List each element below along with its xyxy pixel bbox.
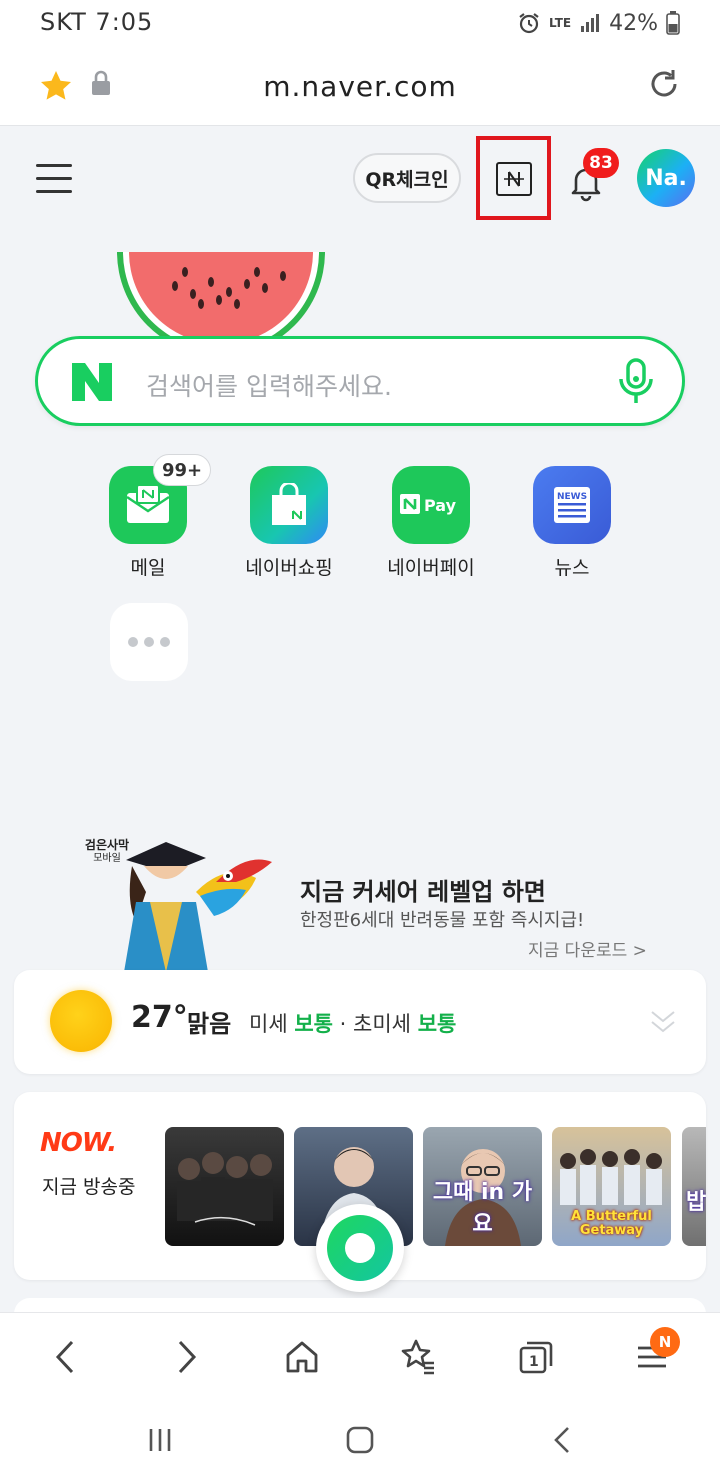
weather-condition: 맑음: [187, 1010, 232, 1038]
shortcut-label: 네이버쇼핑: [245, 557, 333, 579]
qr-checkin-button[interactable]: QR체크인: [353, 153, 461, 203]
shopping-bag-icon: [272, 483, 306, 525]
more-dot-icon: [144, 637, 154, 647]
news-icon: NEWS: [554, 487, 590, 523]
shortcut-label: 네이버페이: [387, 557, 475, 579]
more-dot-icon: [128, 637, 138, 647]
forward-button[interactable]: [166, 1337, 206, 1377]
naver-logo-icon: [72, 363, 112, 401]
network-type: LTE: [549, 16, 572, 30]
clock: 7:05: [95, 8, 154, 36]
shortcut-mail[interactable]: 99+ 메일: [88, 454, 212, 580]
status-icons: LTE 42%: [517, 8, 680, 38]
tabs-button[interactable]: 1: [516, 1337, 556, 1377]
naver-top-nav: QR체크인 83 Na.: [0, 126, 720, 236]
ultra-fine-dust-value: 보통: [417, 1012, 457, 1036]
carrier: SKT: [40, 8, 87, 36]
naver-n-button[interactable]: [496, 162, 532, 196]
user-avatar[interactable]: Na.: [637, 149, 695, 207]
status-bar: SKT 7:05 LTE 42%: [0, 0, 720, 50]
hamburger-menu-button[interactable]: [36, 162, 76, 196]
mail-icon: [126, 485, 170, 523]
browser-toolbar: 1 N: [0, 1312, 720, 1400]
naver-n-icon: [504, 171, 524, 187]
shortcut-label: 뉴스: [554, 557, 590, 579]
game-title-text: 검은사막: [84, 838, 130, 852]
shortcut-pay[interactable]: Pay 네이버페이: [371, 466, 491, 580]
game-title: 검은사막 모바일: [82, 838, 132, 866]
reload-icon[interactable]: [646, 66, 682, 102]
thumb-caption: 밥: [686, 1190, 706, 1215]
air-quality: 미세 보통 · 초미세 보통: [249, 1008, 456, 1038]
ad-headline: 지금 커세어 레벨업 하면: [300, 878, 546, 906]
shopping-tile[interactable]: [250, 466, 328, 544]
shortcut-shopping[interactable]: 네이버쇼핑: [229, 466, 349, 580]
ad-subtext: 한정판6세대 반려동물 포함 즉시지급!: [300, 910, 585, 931]
tabs-icon: 1: [519, 1341, 553, 1374]
url-text[interactable]: m.naver.com: [0, 70, 720, 103]
svg-text:Pay: Pay: [424, 496, 457, 515]
watermelon-doodle-image[interactable]: [115, 252, 327, 336]
svg-text:1: 1: [529, 1354, 539, 1370]
now-live-label: 지금 방송중: [42, 1176, 136, 1198]
menu-new-badge: N: [650, 1327, 680, 1357]
chevron-right-icon: [178, 1340, 197, 1374]
shortcut-label: 메일: [130, 557, 166, 579]
dust-separator: ·: [339, 1012, 347, 1036]
back-button[interactable]: [46, 1337, 86, 1377]
notification-count-badge: 83: [583, 148, 619, 178]
news-tile[interactable]: NEWS: [533, 466, 611, 544]
system-back-button[interactable]: [542, 1422, 582, 1458]
now-thumb-partial[interactable]: 밥: [682, 1127, 706, 1246]
back-chevron-icon: [554, 1427, 569, 1453]
npay-icon: Pay: [400, 494, 457, 515]
now-thumb-bts[interactable]: A Butterful Getaway: [552, 1127, 671, 1246]
game-subtitle-text: 모바일: [93, 853, 121, 864]
green-dot-icon: [327, 1215, 393, 1281]
now-thumb-group[interactable]: [165, 1127, 284, 1246]
home-square-icon: [346, 1426, 374, 1454]
browser-address-bar: m.naver.com: [0, 50, 720, 126]
chevron-left-icon: [55, 1340, 74, 1374]
ad-download-link[interactable]: 지금 다운로드 >: [528, 936, 647, 961]
recent-apps-icon: [149, 1429, 171, 1451]
microphone-icon[interactable]: [616, 357, 656, 407]
thumb-caption: A Butterful Getaway: [571, 1209, 652, 1238]
svg-text:NEWS: NEWS: [557, 492, 587, 502]
more-dot-icon: [160, 637, 170, 647]
bookmark-list-icon: [401, 1339, 434, 1375]
temperature: 27°: [131, 1000, 188, 1035]
home-button[interactable]: [282, 1337, 322, 1377]
alarm-icon: [519, 13, 539, 34]
green-dot-button[interactable]: [316, 1204, 404, 1292]
ultra-fine-dust-label: 초미세: [353, 1012, 411, 1036]
search-bar[interactable]: 검색어를 입력해주세요.: [35, 336, 685, 426]
mail-tile[interactable]: 99+: [109, 454, 212, 544]
recent-apps-button[interactable]: [140, 1422, 180, 1458]
battery-icon: [666, 11, 680, 35]
now-thumb-show[interactable]: 그때 in 가요: [423, 1127, 542, 1246]
battery-percent: 42%: [609, 10, 658, 36]
fine-dust-value: 보통: [294, 1012, 333, 1036]
home-icon: [286, 1341, 318, 1373]
pay-tile[interactable]: Pay: [392, 466, 470, 544]
search-input[interactable]: 검색어를 입력해주세요.: [146, 367, 392, 403]
thumb-caption: 그때 in 가요: [432, 1180, 533, 1237]
bookmarks-button[interactable]: [398, 1337, 438, 1377]
fine-dust-label: 미세: [249, 1012, 288, 1036]
status-carrier-time: SKT 7:05: [40, 8, 153, 36]
expand-chevron-icon[interactable]: [650, 1008, 676, 1036]
sunny-icon: [50, 990, 112, 1052]
system-navigation-bar: [0, 1400, 720, 1480]
more-services-button[interactable]: [110, 603, 188, 681]
signal-icon: [581, 14, 600, 32]
now-logo[interactable]: NOW.: [40, 1128, 117, 1158]
weather-card[interactable]: 27° 맑음 미세 보통 · 초미세 보통: [14, 970, 706, 1074]
mail-count-badge: 99+: [153, 454, 212, 486]
ad-banner[interactable]: 검은사막 모바일 지금 커세어 레벨업 하면 한정판6세대 반려동물 포함 즉시…: [0, 820, 720, 972]
shortcut-news[interactable]: NEWS 뉴스: [512, 466, 632, 580]
home-system-button[interactable]: [340, 1422, 380, 1458]
